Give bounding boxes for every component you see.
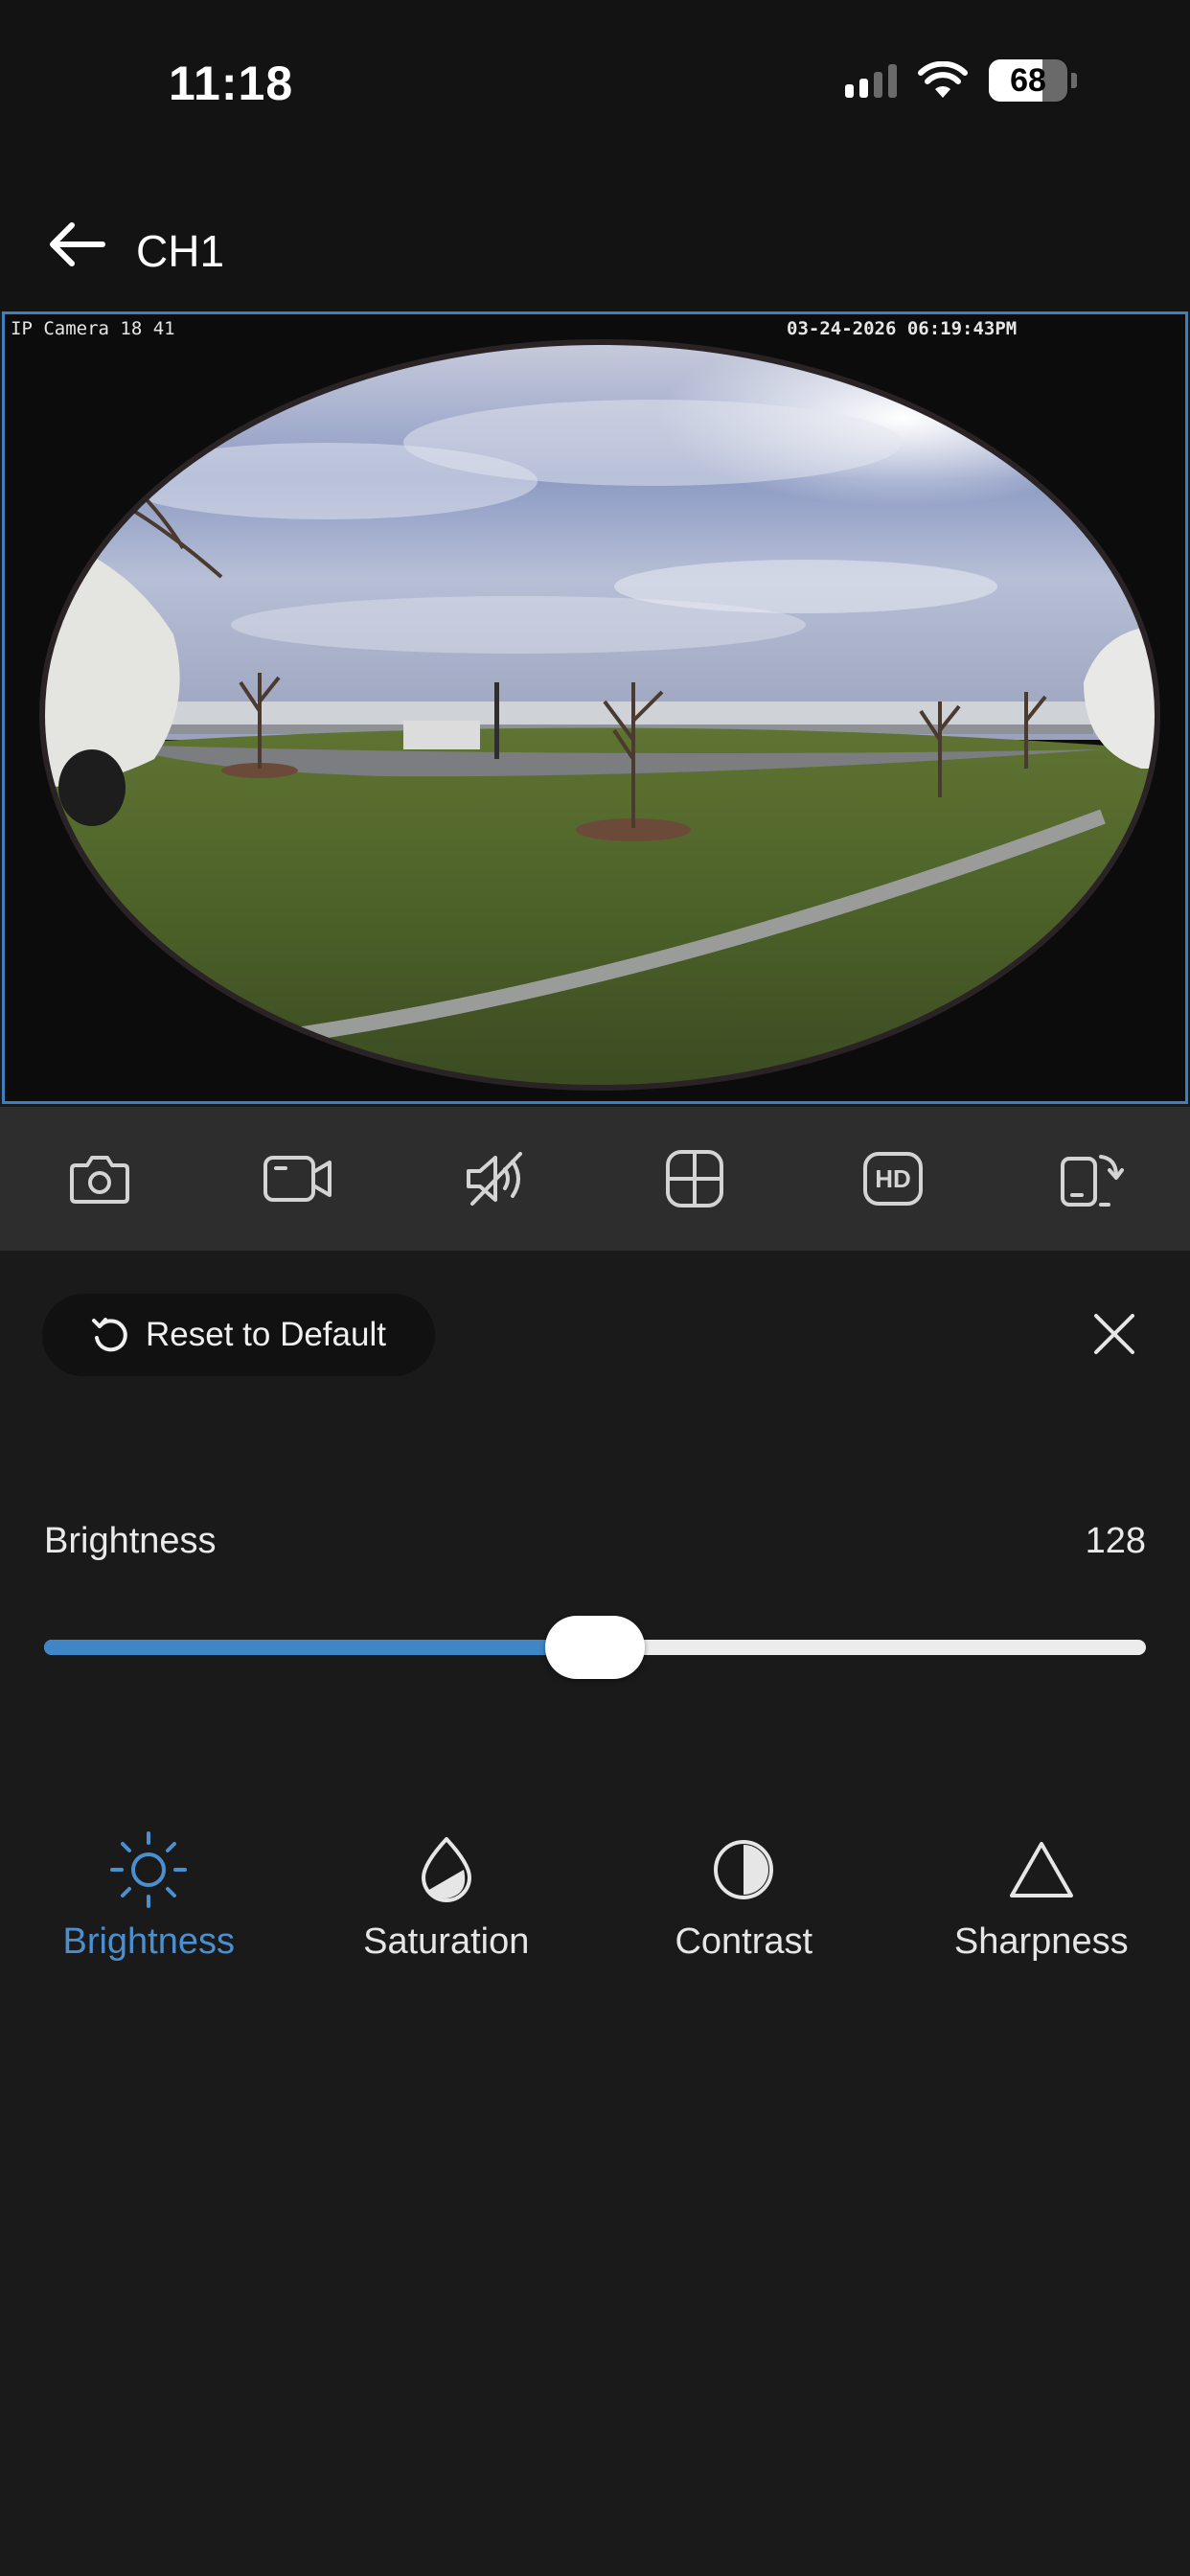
header: CH1 [0,172,1190,311]
close-button[interactable] [1081,1300,1148,1368]
hd-icon: HD [862,1152,923,1206]
reset-icon [92,1318,127,1352]
back-button[interactable] [38,211,115,278]
battery-tip [1071,73,1077,88]
contrast-icon [714,1840,774,1899]
video-camera-icon [263,1156,332,1202]
arrow-left-icon [50,222,105,266]
rotate-screen-icon [1060,1155,1124,1207]
timestamp-overlay: 03-24-2026 06:19:43PM [787,318,1018,339]
split-view-button[interactable] [595,1107,793,1251]
tab-label: Sharpness [953,1921,1129,1962]
tab-saturation[interactable]: Saturation [298,1826,596,1998]
playback-toolbar: HD [0,1107,1190,1251]
slider-value: 128 [1085,1521,1146,1561]
droplet-icon [421,1837,471,1902]
slider-fill [44,1640,595,1655]
status-bar: 11:18 68 [0,0,1190,172]
slider-label: Brightness [44,1521,217,1561]
tab-sharpness[interactable]: Sharpness [893,1826,1190,1998]
speaker-muted-icon [466,1152,522,1206]
status-time: 11:18 [169,57,294,110]
cellular-signal-icon [845,63,897,98]
battery-icon: 68 [989,59,1067,102]
fisheye-image [39,339,1160,1091]
brightness-slider[interactable] [44,1616,1146,1679]
tab-label: Brightness [62,1921,236,1962]
close-icon [1094,1314,1134,1354]
rotate-button[interactable] [992,1107,1190,1251]
camera-icon [69,1156,129,1204]
battery-percent: 68 [1010,61,1046,99]
slider-thumb[interactable] [545,1616,645,1679]
camera-name-overlay: IP Camera 18 41 [11,318,175,339]
triangle-icon [1009,1842,1073,1898]
wifi-icon [918,61,968,98]
quality-button[interactable]: HD [793,1107,992,1251]
live-video-view[interactable]: IP Camera 18 41 03-24-2026 06:19:43PM [2,311,1188,1104]
adjust-tabs: Brightness Saturation Contrast Sharpness [0,1826,1190,1998]
hd-label: HD [875,1164,911,1193]
sun-icon [110,1831,188,1908]
status-icons: 68 [845,59,1077,102]
grid-icon [665,1150,723,1208]
page-title: CH1 [136,226,225,276]
tab-label: Saturation [363,1921,530,1962]
reset-label: Reset to Default [146,1316,386,1353]
mute-button[interactable] [397,1107,595,1251]
tab-brightness[interactable]: Brightness [0,1826,298,1998]
tab-label: Contrast [675,1921,813,1962]
snapshot-button[interactable] [0,1107,198,1251]
image-adjust-panel: Reset to Default Brightness 128 Brightne… [0,1251,1190,2576]
reset-to-default-button[interactable]: Reset to Default [42,1294,435,1376]
record-button[interactable] [198,1107,397,1251]
tab-contrast[interactable]: Contrast [595,1826,893,1998]
